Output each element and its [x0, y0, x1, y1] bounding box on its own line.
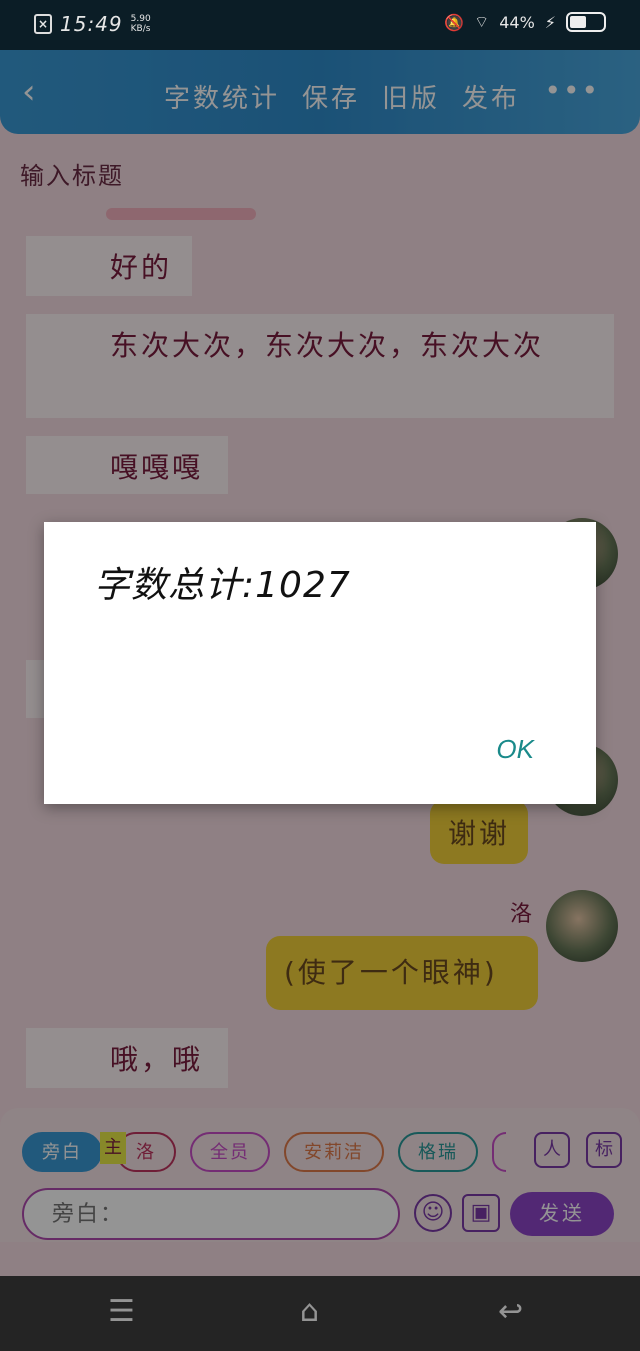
network-speed-value: 5.90	[130, 14, 151, 24]
status-right: 🔕 ⌔ 44% ⚡	[444, 12, 606, 32]
battery-icon	[566, 12, 606, 32]
wifi-icon: ⌔	[474, 12, 490, 31]
status-left: × 15:49 5.90 KB/s	[34, 12, 157, 36]
status-time: 15:49	[60, 12, 123, 36]
network-speed: 5.90 KB/s	[131, 14, 157, 34]
charging-icon: ⚡	[544, 12, 556, 32]
dialog-message: 字数总计:1027	[94, 565, 351, 606]
app-root: × 15:49 5.90 KB/s 🔕 ⌔ 44% ⚡ ‹ 字数统计 保存 旧版…	[0, 0, 640, 1351]
network-speed-unit: KB/s	[130, 24, 151, 34]
battery-percent: 44%	[499, 12, 535, 32]
ok-button[interactable]: OK	[496, 734, 534, 765]
status-bar: × 15:49 5.90 KB/s 🔕 ⌔ 44% ⚡	[0, 0, 640, 50]
mute-bell-icon: 🔕	[444, 12, 465, 32]
word-count-dialog: 字数总计:1027 OK	[44, 522, 596, 804]
close-notification-icon: ×	[34, 14, 52, 34]
